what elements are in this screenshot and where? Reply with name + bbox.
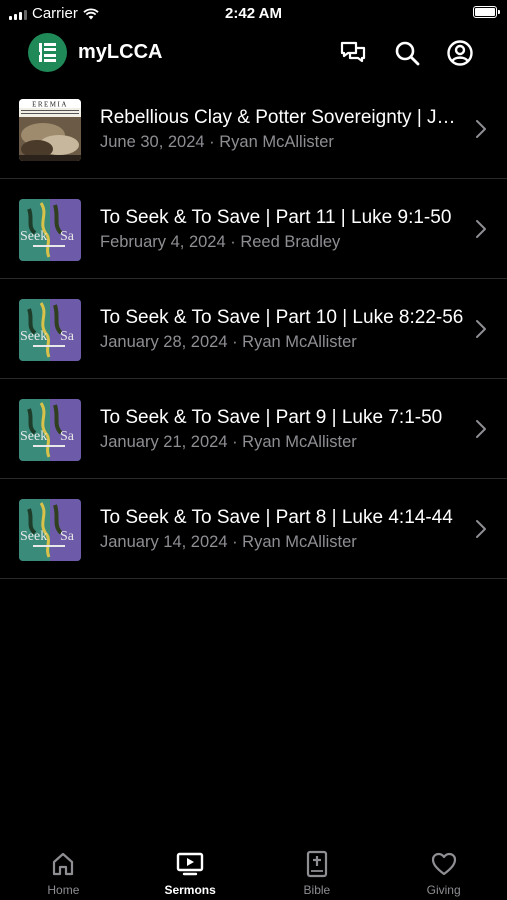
svg-text:Sa: Sa xyxy=(60,429,75,444)
sermon-title: Rebellious Clay & Potter Sovereignty | J… xyxy=(100,107,465,128)
svg-text:Seek: Seek xyxy=(20,529,47,544)
app-header: myLCCA xyxy=(0,30,507,76)
sermon-list: EREMIA Rebellious Clay & Potter Sovereig… xyxy=(0,79,507,579)
to-seek-and-to-save-art-icon: Seek Sa xyxy=(19,199,81,261)
to-seek-and-to-save-art-icon: Seek Sa xyxy=(19,299,81,361)
tab-giving[interactable]: Giving xyxy=(380,840,507,900)
sermon-meta: January 28, 2024 · Ryan McAllister xyxy=(100,333,357,351)
svg-text:Sa: Sa xyxy=(60,329,75,344)
tab-bar: Home Sermons Bible Giving xyxy=(0,840,507,900)
account-icon[interactable] xyxy=(446,39,474,67)
svg-text:Seek: Seek xyxy=(20,229,47,244)
sermon-meta: June 30, 2024 · Ryan McAllister xyxy=(100,133,334,151)
chevron-right-icon xyxy=(476,520,486,538)
sermon-row[interactable]: EREMIA Rebellious Clay & Potter Sovereig… xyxy=(0,79,507,179)
sermon-row[interactable]: Seek Sa To Seek & To Save | Part 9 | Luk… xyxy=(0,379,507,479)
sermon-title: To Seek & To Save | Part 8 | Luke 4:14-4… xyxy=(100,507,453,528)
chevron-right-icon xyxy=(476,420,486,438)
sermon-title: To Seek & To Save | Part 9 | Luke 7:1-50 xyxy=(100,407,443,428)
to-seek-and-to-save-art-icon: Seek Sa xyxy=(19,499,81,561)
jeremiah-series-art-icon: EREMIA xyxy=(19,99,81,161)
sermon-thumbnail: Seek Sa xyxy=(19,399,81,461)
tab-home[interactable]: Home xyxy=(0,840,127,900)
chevron-right-icon xyxy=(476,220,486,238)
tab-sermons[interactable]: Sermons xyxy=(127,840,254,900)
tab-bible[interactable]: Bible xyxy=(254,840,381,900)
logo-mark-icon xyxy=(37,43,56,62)
to-seek-and-to-save-art-icon: Seek Sa xyxy=(19,399,81,461)
svg-text:Seek: Seek xyxy=(20,429,47,444)
battery-icon xyxy=(473,6,500,18)
sermon-meta: January 14, 2024 · Ryan McAllister xyxy=(100,533,357,551)
sermon-row[interactable]: Seek Sa To Seek & To Save | Part 8 | Luk… xyxy=(0,479,507,579)
tv-play-icon xyxy=(176,852,204,876)
tab-label: Sermons xyxy=(164,883,216,897)
sermon-meta: January 21, 2024 · Ryan McAllister xyxy=(100,433,357,451)
search-icon[interactable] xyxy=(393,39,421,67)
svg-text:Sa: Sa xyxy=(60,529,75,544)
sermon-thumbnail: EREMIA xyxy=(19,99,81,161)
tab-label: Home xyxy=(47,883,80,897)
chevron-right-icon xyxy=(476,120,486,138)
sermon-row[interactable]: Seek Sa To Seek & To Save | Part 11 | Lu… xyxy=(0,179,507,279)
svg-text:Sa: Sa xyxy=(60,229,75,244)
svg-text:EREMIA: EREMIA xyxy=(32,101,68,109)
heart-icon xyxy=(431,852,456,876)
tab-label: Bible xyxy=(303,883,331,897)
sermon-meta: February 4, 2024 · Reed Bradley xyxy=(100,233,341,251)
sermon-row[interactable]: Seek Sa To Seek & To Save | Part 10 | Lu… xyxy=(0,279,507,379)
chat-icon[interactable] xyxy=(339,39,367,67)
app-title: myLCCA xyxy=(78,41,163,63)
app-logo xyxy=(28,33,67,72)
status-time: 2:42 AM xyxy=(225,5,282,22)
status-bar: Carrier 2:42 AM xyxy=(0,0,507,30)
bible-icon xyxy=(306,850,327,878)
sermon-title: To Seek & To Save | Part 11 | Luke 9:1-5… xyxy=(100,207,452,228)
tab-label: Giving xyxy=(426,883,461,897)
svg-text:Seek: Seek xyxy=(20,329,47,344)
sermon-thumbnail: Seek Sa xyxy=(19,299,81,361)
sermon-title: To Seek & To Save | Part 10 | Luke 8:22-… xyxy=(100,307,464,328)
sermon-thumbnail: Seek Sa xyxy=(19,199,81,261)
home-icon xyxy=(53,852,74,876)
sermon-thumbnail: Seek Sa xyxy=(19,499,81,561)
chevron-right-icon xyxy=(476,320,486,338)
